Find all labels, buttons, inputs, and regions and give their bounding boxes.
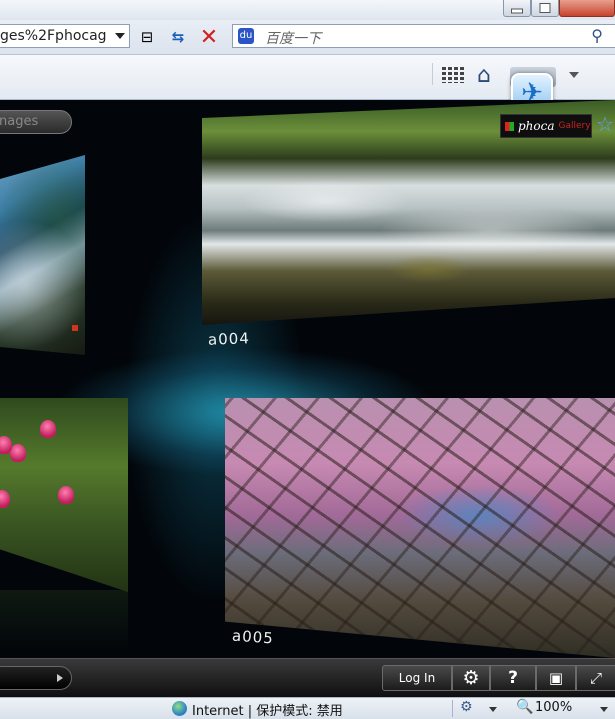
minimize-button[interactable] bbox=[503, 0, 531, 17]
gallery-slider[interactable] bbox=[0, 666, 72, 690]
help-icon[interactable]: ? bbox=[490, 665, 536, 691]
minimize-icon bbox=[511, 8, 523, 14]
play-arrow-icon[interactable] bbox=[57, 674, 63, 682]
maximize-icon bbox=[539, 3, 551, 13]
search-input[interactable]: 百度一下 bbox=[265, 28, 321, 48]
internet-zone-globe-icon bbox=[172, 701, 187, 716]
quick-tabs-icon[interactable] bbox=[442, 67, 464, 83]
stop-icon[interactable]: ✕ bbox=[198, 25, 220, 50]
fullscreen-icon[interactable]: ⤢ bbox=[576, 665, 615, 691]
zoom-dropdown-icon[interactable] bbox=[600, 707, 608, 712]
status-divider bbox=[452, 700, 453, 717]
gallery-viewport: nages a004 a005 bbox=[0, 100, 615, 658]
maximize-button[interactable] bbox=[531, 0, 559, 17]
address-bar[interactable]: ges%2Fphocag bbox=[0, 24, 130, 48]
settings-gear-icon[interactable]: ⚙ bbox=[452, 665, 490, 691]
flower-shape bbox=[0, 436, 12, 454]
flower-shape bbox=[40, 420, 56, 438]
photo-thumbnail-a005[interactable] bbox=[225, 398, 615, 658]
zoom-level[interactable]: 100% bbox=[535, 700, 572, 715]
flower-shape bbox=[58, 486, 74, 504]
security-zone-text[interactable]: Internet | 保护模式: 禁用 bbox=[192, 700, 343, 719]
phoca-gallery-logo[interactable]: phoca Gallery bbox=[500, 114, 592, 138]
search-box[interactable]: du 百度一下 ⚲ bbox=[232, 24, 615, 48]
address-dropdown-arrow-icon[interactable] bbox=[115, 33, 125, 39]
chevron-down-icon[interactable] bbox=[569, 72, 579, 78]
gallery-search-placeholder: nages bbox=[0, 114, 39, 129]
marker-dot bbox=[72, 325, 78, 331]
refresh-icon[interactable]: ⇆ bbox=[167, 26, 189, 48]
address-text[interactable]: ges%2Fphocag bbox=[0, 28, 112, 44]
favorites-star-icon[interactable]: ☆ bbox=[596, 112, 614, 136]
photo-caption: a005 bbox=[231, 626, 275, 648]
phoca-logo-suffix: Gallery bbox=[558, 121, 591, 131]
zoom-icon[interactable]: 🔍 bbox=[516, 699, 533, 715]
phoca-logo-text: phoca bbox=[518, 119, 555, 133]
photo-reflection bbox=[0, 590, 128, 650]
gallery-search-input[interactable]: nages bbox=[0, 110, 72, 134]
flower-shape bbox=[0, 490, 10, 508]
slideshow-icon[interactable]: ▣ bbox=[536, 665, 576, 691]
status-bar: Internet | 保护模式: 禁用 ⚙ 🔍 100% bbox=[0, 697, 615, 719]
close-window-button[interactable] bbox=[559, 0, 615, 17]
protected-mode-icon[interactable]: ⚙ bbox=[460, 699, 473, 715]
toolbar-divider bbox=[432, 63, 433, 85]
home-icon[interactable]: ⌂ bbox=[477, 63, 491, 88]
navigation-bar: ges%2Fphocag ⊟ ⇆ ✕ du 百度一下 ⚲ bbox=[0, 20, 615, 55]
search-icon[interactable]: ⚲ bbox=[591, 26, 603, 45]
compatibility-view-icon[interactable]: ⊟ bbox=[136, 26, 158, 48]
window-titlebar bbox=[0, 0, 615, 20]
chevron-down-icon[interactable] bbox=[489, 707, 497, 712]
flower-shape bbox=[10, 444, 26, 462]
baidu-logo-icon: du bbox=[238, 28, 254, 44]
login-button[interactable]: Log In bbox=[382, 665, 452, 691]
gallery-control-bar: Log In ⚙ ? ▣ ⤢ bbox=[0, 658, 615, 697]
phoca-mark-icon bbox=[505, 121, 514, 131]
photo-caption: a004 bbox=[207, 329, 251, 349]
photo-thumbnail-flowers[interactable] bbox=[0, 398, 128, 592]
